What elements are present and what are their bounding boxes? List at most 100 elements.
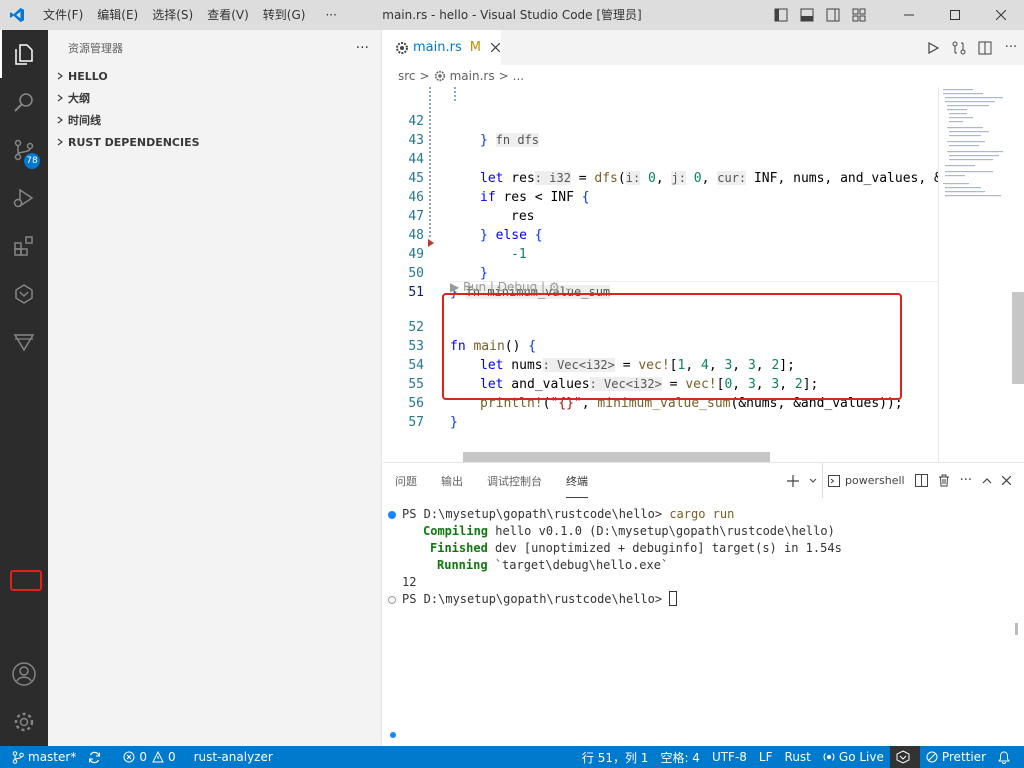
language-mode[interactable]: Rust xyxy=(779,746,817,768)
error-count: 0 xyxy=(139,750,147,764)
tab-terminal[interactable]: 终端 xyxy=(566,464,588,498)
scm-badge: 78 xyxy=(24,153,40,169)
status-bar: master* 0 0 rust-analyzer 行 51，列 1 空格: 4… xyxy=(0,746,1024,768)
run-code-icon[interactable] xyxy=(920,30,946,65)
split-editor-icon[interactable] xyxy=(972,30,998,65)
encoding[interactable]: UTF-8 xyxy=(706,746,753,768)
rust-analyzer-status[interactable]: rust-analyzer xyxy=(188,746,279,768)
code-editor[interactable]: 42 } fn dfs 43 44 let res: i32 = dfs(i: … xyxy=(383,87,938,462)
line-text: } xyxy=(450,415,458,430)
breadcrumb-symbol[interactable]: ... xyxy=(513,69,524,83)
git-branch[interactable]: master* xyxy=(0,746,82,768)
search-icon[interactable] xyxy=(0,78,48,126)
active-indicator xyxy=(0,30,2,78)
program-output: 12 xyxy=(402,575,417,589)
code-line-48: 48 -1 xyxy=(383,207,938,262)
terminal-line: PS D:\mysetup\gopath\rustcode\hello> xyxy=(402,591,678,608)
panel-tabs: 问题 输出 调试控制台 终端 powershell ··· xyxy=(383,463,1024,498)
chevron-right-icon xyxy=(52,94,68,102)
tab-problems[interactable]: 问题 xyxy=(395,464,417,497)
panel-more-button[interactable]: ··· xyxy=(955,463,977,498)
vuetify-icon[interactable] xyxy=(0,318,48,366)
horizontal-scrollbar[interactable] xyxy=(463,452,770,462)
go-live-button[interactable]: Go Live xyxy=(817,746,890,768)
end-of-line[interactable]: LF xyxy=(753,746,779,768)
chevron-right-icon xyxy=(52,138,68,146)
breadcrumb-folder[interactable]: src xyxy=(398,69,416,83)
tab-main-rs[interactable]: main.rs M xyxy=(383,30,501,65)
breadcrumb-file[interactable]: main.rs xyxy=(450,69,495,83)
customize-layout-icon[interactable] xyxy=(846,0,872,30)
toggle-primary-sidebar-icon[interactable] xyxy=(768,0,794,30)
menu-go[interactable]: 转到(G) xyxy=(256,0,313,30)
title-bar: 文件(F) 编辑(E) 选择(S) 查看(V) 转到(G) ··· main.r… xyxy=(0,0,1024,30)
minimize-icon[interactable] xyxy=(886,0,932,30)
line-number: 57 xyxy=(408,415,424,430)
terminal-scrollbar[interactable] xyxy=(1015,623,1018,635)
tab-debug-console[interactable]: 调试控制台 xyxy=(487,464,542,497)
manage-gear-icon[interactable] xyxy=(0,698,48,746)
code-line-50: 50 } fn minimum_value_sum xyxy=(383,245,938,300)
account-icon[interactable] xyxy=(0,650,48,698)
sync-icon[interactable] xyxy=(82,746,111,768)
remote-explorer-icon[interactable] xyxy=(0,270,48,318)
section-hello[interactable]: HELLO xyxy=(48,65,381,87)
breadcrumb-separator: > xyxy=(419,69,430,83)
source-control-icon[interactable]: 78 xyxy=(0,126,48,174)
menu-view[interactable]: 查看(V) xyxy=(200,0,256,30)
indentation[interactable]: 空格: 4 xyxy=(654,746,706,768)
split-terminal-icon[interactable] xyxy=(910,463,933,498)
tab-output[interactable]: 输出 xyxy=(441,464,463,497)
close-window-icon[interactable] xyxy=(978,0,1024,30)
tab-modified-badge: M xyxy=(469,40,481,55)
close-panel-icon[interactable] xyxy=(997,463,1016,498)
section-timeline[interactable]: 时间线 xyxy=(48,109,381,131)
explorer-icon[interactable] xyxy=(0,30,48,78)
code-line-49: 49 } xyxy=(383,226,938,281)
menu-more[interactable]: ··· xyxy=(318,0,343,30)
menu-file[interactable]: 文件(F) xyxy=(36,0,90,30)
trash-icon[interactable] xyxy=(933,463,955,498)
breadcrumb: src > main.rs > ... xyxy=(383,65,1024,87)
run-debug-icon[interactable] xyxy=(0,174,48,222)
vscode-logo-icon xyxy=(0,0,34,30)
toggle-panel-icon[interactable] xyxy=(794,0,820,30)
annotation-highlight-main-fn xyxy=(442,293,902,400)
sidebar-more-button[interactable]: ··· xyxy=(356,40,369,56)
section-rust-dependencies[interactable]: RUST DEPENDENCIES xyxy=(48,131,381,153)
problems-indicator[interactable]: 0 0 xyxy=(117,746,181,768)
maximize-icon[interactable] xyxy=(932,0,978,30)
rust-file-icon xyxy=(434,70,446,82)
maximize-panel-icon[interactable] xyxy=(977,463,997,498)
extension-status-icon[interactable] xyxy=(889,746,920,768)
activity-bar: 78 xyxy=(0,30,48,746)
minimap[interactable] xyxy=(938,87,1010,462)
menu-edit[interactable]: 编辑(E) xyxy=(90,0,145,30)
prettier-status[interactable]: Prettier xyxy=(920,746,992,768)
section-label: HELLO xyxy=(68,69,108,83)
code-line-45: 45 if res < INF { xyxy=(383,150,938,205)
command-pending-dot-icon xyxy=(388,596,396,604)
scroll-thumb[interactable] xyxy=(1012,292,1024,384)
explorer-sidebar: 资源管理器 ··· HELLO 大纲 时间线 RUST DEPENDENCIES xyxy=(48,30,382,746)
menu-selection[interactable]: 选择(S) xyxy=(145,0,200,30)
chevron-right-icon xyxy=(52,116,68,124)
open-changes-icon[interactable] xyxy=(946,30,972,65)
chevron-right-icon xyxy=(52,72,68,80)
vertical-scrollbar[interactable] xyxy=(1010,87,1024,462)
terminal[interactable]: PS D:\mysetup\gopath\rustcode\hello> car… xyxy=(383,503,1024,743)
rust-file-icon xyxy=(395,41,409,55)
terminal-dropdown-icon[interactable] xyxy=(804,463,822,498)
toggle-secondary-sidebar-icon[interactable] xyxy=(820,0,846,30)
extensions-icon[interactable] xyxy=(0,222,48,270)
new-terminal-icon[interactable] xyxy=(782,463,804,498)
cursor-position[interactable]: 行 51，列 1 xyxy=(576,746,655,768)
close-tab-icon[interactable] xyxy=(490,43,500,52)
terminal-shell-selector[interactable]: powershell xyxy=(822,463,910,498)
more-actions-button[interactable]: ··· xyxy=(998,30,1024,65)
command-success-dot-icon xyxy=(388,511,396,519)
branch-label: master* xyxy=(28,750,77,764)
notifications-bell-icon[interactable] xyxy=(992,746,1024,768)
fold-marker-icon[interactable] xyxy=(428,239,434,247)
section-outline[interactable]: 大纲 xyxy=(48,87,381,109)
